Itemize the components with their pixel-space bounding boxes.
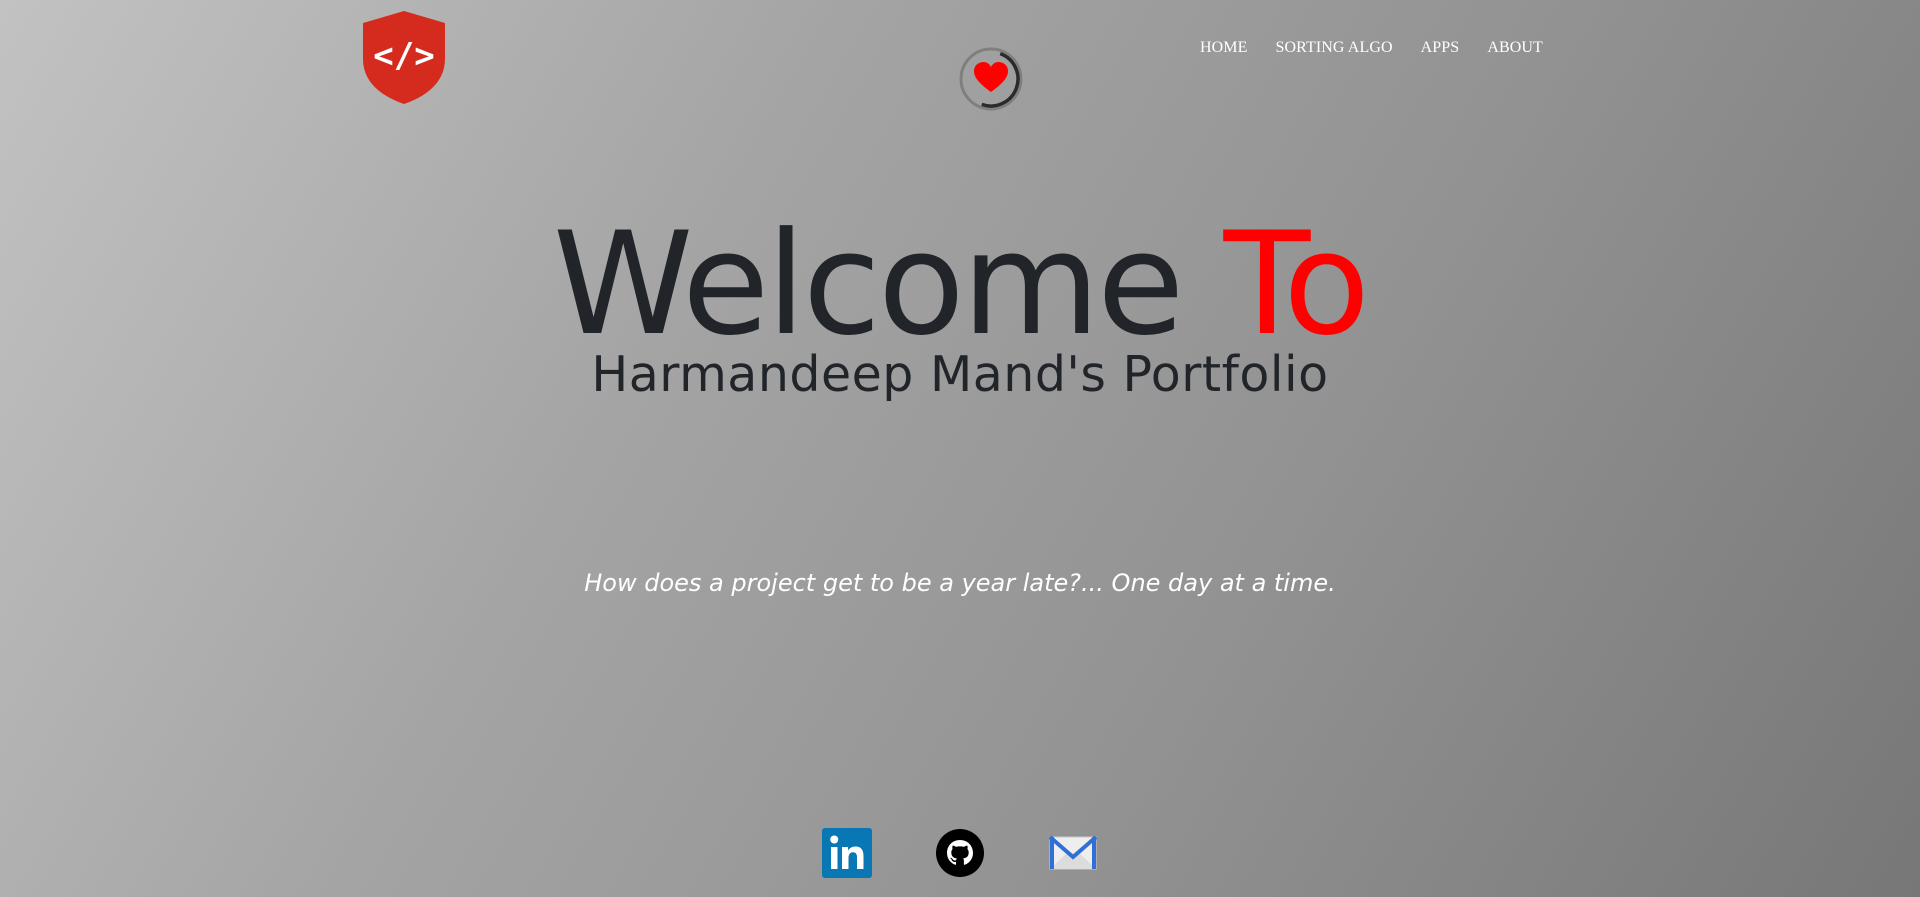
main-nav: HOME SORTING ALGO APPS ABOUT: [1200, 39, 1571, 57]
nav-item-apps[interactable]: APPS: [1421, 39, 1460, 57]
nav-item-home[interactable]: HOME: [1200, 39, 1248, 57]
nav-item-sorting-algo[interactable]: SORTING ALGO: [1276, 39, 1393, 57]
mail-icon: [1048, 835, 1098, 870]
logo-glyph: </>: [373, 36, 434, 76]
quote-text: How does a project get to be a year late…: [584, 569, 1336, 597]
linkedin-link[interactable]: [822, 828, 872, 878]
linkedin-icon: [822, 828, 872, 878]
code-shield-icon: </>: [363, 11, 445, 104]
heart-icon: [959, 47, 1023, 111]
mail-link[interactable]: [1048, 828, 1098, 878]
logo[interactable]: </>: [359, 9, 449, 105]
github-link[interactable]: [935, 828, 985, 878]
nav-item-about[interactable]: ABOUT: [1487, 39, 1543, 57]
hero-title-accent: To: [1223, 202, 1370, 367]
github-icon: [936, 829, 984, 877]
hero-subtitle: Harmandeep Mand's Portfolio: [591, 346, 1329, 403]
hero-title: Welcome To: [0, 210, 1920, 360]
heart-badge[interactable]: [958, 46, 1024, 112]
hero-title-main: Welcome: [552, 202, 1224, 367]
social-links: [822, 828, 1098, 878]
